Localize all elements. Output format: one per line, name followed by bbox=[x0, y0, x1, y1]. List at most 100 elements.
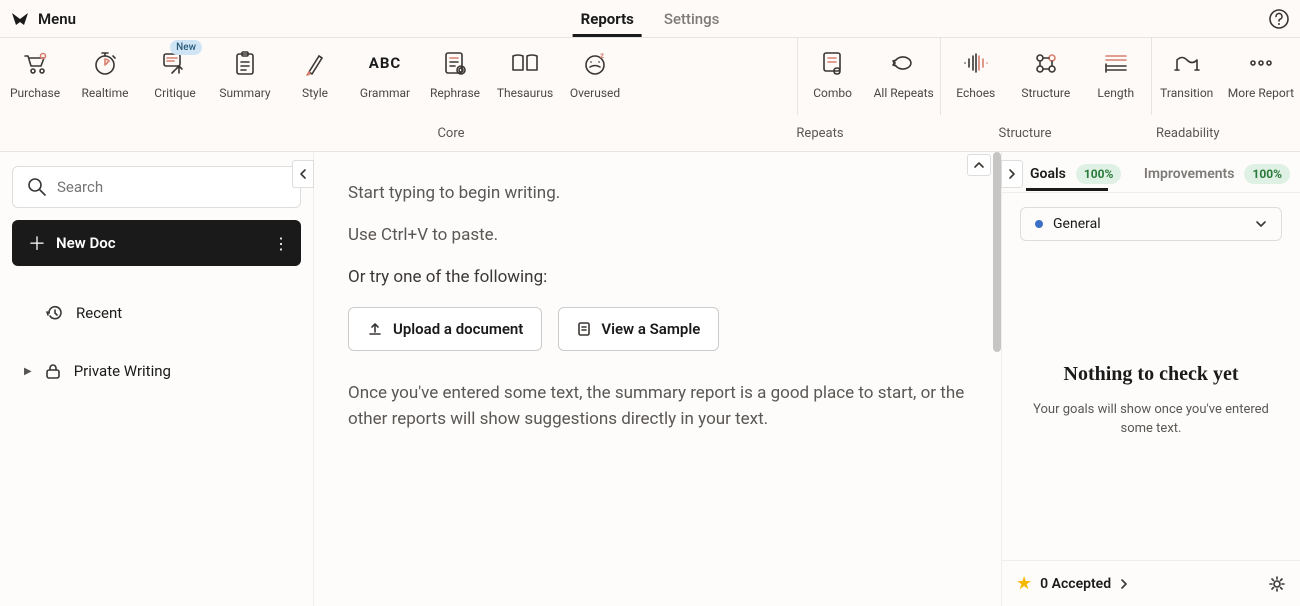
status-dot-icon bbox=[1035, 220, 1043, 228]
tool-label: Rephrase bbox=[430, 86, 480, 100]
tool-echoes[interactable]: Echoes bbox=[941, 38, 1011, 115]
more-icon bbox=[1249, 50, 1273, 76]
editor-hint-2: Use Ctrl+V to paste. bbox=[348, 224, 967, 248]
sample-label: View a Sample bbox=[601, 320, 700, 338]
tool-length[interactable]: Length bbox=[1081, 38, 1151, 115]
chevron-left-icon bbox=[298, 168, 308, 180]
lock-icon bbox=[44, 362, 62, 380]
accepted-count[interactable]: 0 Accepted bbox=[1040, 576, 1111, 592]
tool-label: Echoes bbox=[956, 86, 995, 100]
more-dots-icon[interactable]: ⋮ bbox=[273, 234, 287, 253]
style-icon bbox=[304, 50, 326, 76]
tool-transition[interactable]: Transition bbox=[1152, 38, 1222, 115]
upload-label: Upload a document bbox=[393, 320, 523, 338]
editor-collapse-up-button[interactable] bbox=[967, 154, 991, 176]
tool-label: Critique bbox=[154, 86, 195, 100]
new-doc-label: New Doc bbox=[56, 234, 116, 252]
combo-icon bbox=[820, 50, 846, 76]
tool-label: More Report bbox=[1228, 86, 1294, 100]
editor-hint-1: Start typing to begin writing. bbox=[348, 182, 967, 206]
help-icon[interactable] bbox=[1268, 8, 1290, 30]
search-input[interactable] bbox=[57, 178, 286, 196]
empty-state-title: Nothing to check yet bbox=[1064, 363, 1239, 386]
view-sample-button[interactable]: View a Sample bbox=[558, 307, 719, 351]
tool-label: Summary bbox=[219, 86, 270, 100]
tab-goals[interactable]: Goals bbox=[1030, 166, 1066, 182]
tool-label: Grammar bbox=[360, 86, 410, 100]
tool-style[interactable]: Style bbox=[280, 38, 350, 115]
tool-label: Thesaurus bbox=[497, 86, 553, 100]
tool-label: Purchase bbox=[10, 86, 60, 100]
history-icon bbox=[46, 304, 64, 322]
empty-state-subtitle: Your goals will show once you've entered… bbox=[1022, 400, 1280, 439]
transition-icon bbox=[1173, 50, 1201, 76]
tool-label: Transition bbox=[1160, 86, 1213, 100]
sidebar-label: Recent bbox=[76, 304, 122, 322]
tool-summary[interactable]: Summary bbox=[210, 38, 280, 115]
menu-button[interactable]: Menu bbox=[10, 9, 76, 29]
tool-overused[interactable]: z Overused bbox=[560, 38, 630, 115]
thesaurus-icon bbox=[510, 50, 540, 76]
tool-label: Structure bbox=[1021, 86, 1070, 100]
tool-all-repeats[interactable]: All Repeats bbox=[868, 38, 940, 115]
chevron-down-icon bbox=[1255, 219, 1267, 229]
svg-text:z: z bbox=[600, 51, 604, 60]
tool-structure[interactable]: Structure bbox=[1011, 38, 1081, 115]
menu-label: Menu bbox=[38, 10, 76, 28]
general-dropdown[interactable]: General bbox=[1020, 207, 1282, 241]
editor-paragraph: Once you've entered some text, the summa… bbox=[348, 381, 967, 432]
scrollbar[interactable] bbox=[993, 152, 1001, 352]
overused-icon: z bbox=[582, 50, 608, 76]
tool-critique[interactable]: New Critique bbox=[140, 38, 210, 115]
new-badge: New bbox=[170, 40, 202, 55]
improvements-percent-badge: 100% bbox=[1244, 164, 1290, 184]
chevron-up-icon bbox=[973, 160, 985, 170]
editor-hint-3: Or try one of the following: bbox=[348, 266, 967, 290]
tool-label: All Repeats bbox=[874, 86, 934, 100]
chevron-right-icon bbox=[1007, 168, 1017, 180]
search-box[interactable] bbox=[12, 166, 301, 208]
cart-icon bbox=[21, 50, 49, 76]
caret-right-icon: ▶ bbox=[24, 366, 32, 377]
new-doc-button[interactable]: ＋ New Doc ⋮ bbox=[12, 220, 301, 266]
tab-improvements[interactable]: Improvements bbox=[1144, 166, 1235, 182]
group-core: Core bbox=[164, 126, 738, 141]
tool-label: Length bbox=[1097, 86, 1134, 100]
tool-combo[interactable]: Combo bbox=[798, 38, 868, 115]
group-structure: Structure bbox=[902, 126, 1148, 141]
tab-settings[interactable]: Settings bbox=[664, 0, 720, 37]
document-icon bbox=[577, 321, 591, 337]
tool-label: Overused bbox=[570, 86, 620, 100]
upload-icon bbox=[367, 321, 383, 337]
editor-area[interactable]: Start typing to begin writing. Use Ctrl+… bbox=[314, 152, 1002, 606]
panel-collapse-button[interactable] bbox=[1001, 160, 1023, 188]
tool-rephrase[interactable]: Rephrase bbox=[420, 38, 490, 115]
length-icon bbox=[1102, 50, 1130, 76]
tool-label: Style bbox=[302, 86, 328, 100]
echoes-icon bbox=[961, 50, 991, 76]
sidebar-item-recent[interactable]: Recent bbox=[12, 294, 301, 332]
plus-icon: ＋ bbox=[28, 230, 46, 256]
repeats-icon bbox=[891, 50, 917, 76]
chevron-right-icon[interactable] bbox=[1119, 579, 1131, 589]
general-label: General bbox=[1053, 216, 1101, 232]
logo-icon bbox=[10, 9, 30, 29]
settings-gear-icon[interactable] bbox=[1268, 575, 1286, 593]
star-icon: ★ bbox=[1016, 573, 1032, 594]
stopwatch-icon bbox=[92, 50, 118, 76]
sidebar-item-private-writing[interactable]: ▶ Private Writing bbox=[8, 352, 301, 390]
summary-icon bbox=[233, 50, 257, 76]
sidebar-collapse-button[interactable] bbox=[292, 160, 314, 188]
tool-grammar[interactable]: ABC Grammar bbox=[350, 38, 420, 115]
tab-reports[interactable]: Reports bbox=[581, 0, 634, 37]
tool-purchase[interactable]: Purchase bbox=[0, 38, 70, 115]
tool-realtime[interactable]: Realtime bbox=[70, 38, 140, 115]
structure-icon bbox=[1033, 50, 1059, 76]
group-repeats: Repeats bbox=[738, 126, 902, 141]
grammar-icon: ABC bbox=[369, 50, 401, 76]
tool-more-reports[interactable]: More Report bbox=[1222, 38, 1300, 115]
search-icon bbox=[27, 177, 47, 197]
upload-document-button[interactable]: Upload a document bbox=[348, 307, 542, 351]
goals-percent-badge: 100% bbox=[1076, 164, 1122, 184]
tool-thesaurus[interactable]: Thesaurus bbox=[490, 38, 560, 115]
